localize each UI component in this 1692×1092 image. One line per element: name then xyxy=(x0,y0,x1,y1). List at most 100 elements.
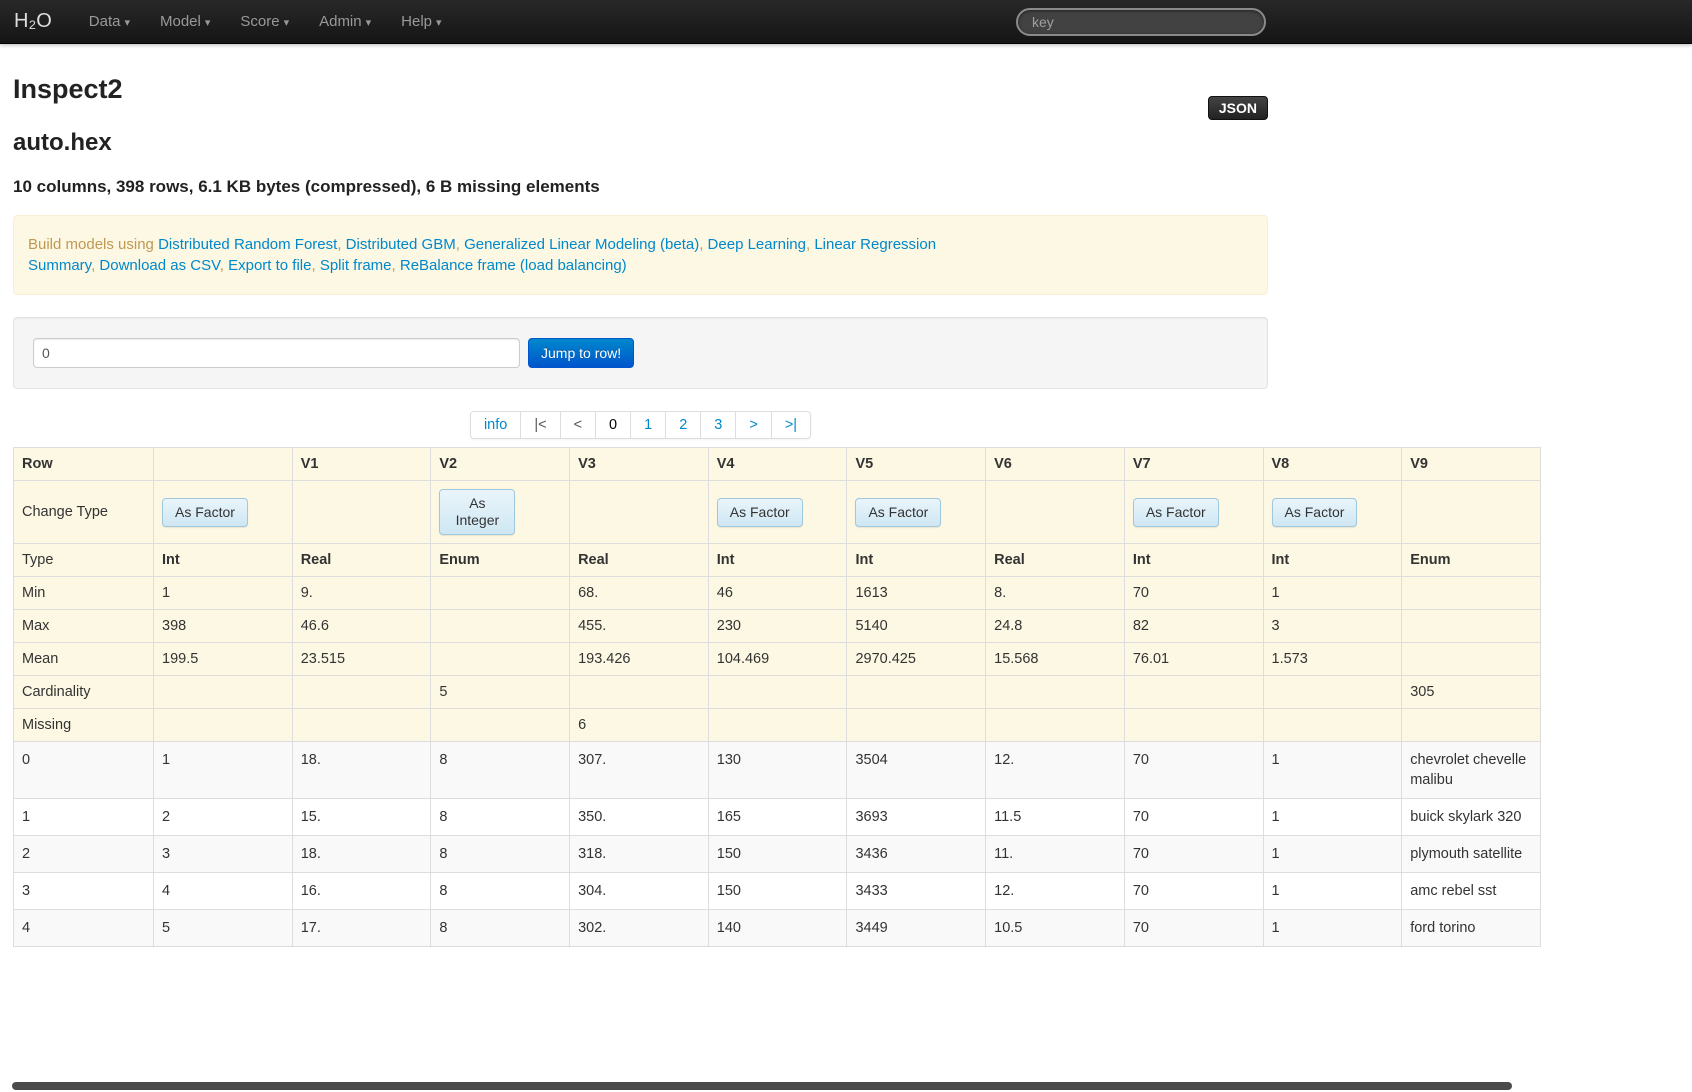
stat-cell: 24.8 xyxy=(985,609,1125,643)
change-type-button[interactable]: As Factor xyxy=(1132,497,1219,527)
change-type-cell: As Factor xyxy=(846,480,987,544)
stat-cell xyxy=(1401,642,1541,676)
column-header: V4 xyxy=(707,447,848,481)
column-header: V3 xyxy=(569,447,709,481)
pagination-button[interactable]: >| xyxy=(770,412,811,438)
data-cell: 165 xyxy=(707,798,848,836)
change-type-button[interactable]: As Factor xyxy=(716,497,803,527)
data-cell: 150 xyxy=(707,872,848,910)
pagination-button[interactable]: 2 xyxy=(665,412,701,438)
frame-table: Row V1 V2 V3 V4 V5 V6 V7 V8 V9 Change Ty… xyxy=(13,447,1541,947)
stat-cell: Int xyxy=(153,543,293,577)
pagination-button[interactable]: 3 xyxy=(700,412,736,438)
action-link[interactable]: Split frame xyxy=(320,257,400,274)
stat-cell: 82 xyxy=(1123,609,1264,643)
change-type-button[interactable]: As Factor xyxy=(1271,497,1358,527)
data-cell: 8 xyxy=(430,798,571,836)
stat-cell: Enum xyxy=(1401,543,1541,577)
stat-cell: 9. xyxy=(291,576,432,610)
row-index: 1 xyxy=(13,798,154,836)
pagination-button[interactable]: 0 xyxy=(595,412,631,438)
action-link[interactable]: Deep Learning xyxy=(708,236,815,253)
data-cell: 302. xyxy=(569,909,709,947)
nav-item-model[interactable]: Model ▾ xyxy=(145,0,225,44)
stat-row-label: Type xyxy=(13,543,154,577)
stat-row-label: Max xyxy=(13,609,154,643)
data-cell: 304. xyxy=(569,872,709,910)
nav-item-label: Model xyxy=(159,12,201,30)
stat-cell: 46.6 xyxy=(291,609,432,643)
jump-to-row-panel: Jump to row! xyxy=(13,317,1268,389)
stat-cell: 1 xyxy=(153,576,293,610)
table-row: 3 4 16. 8 304. 150 3433 12. 70 1 amc reb… xyxy=(13,872,1541,910)
nav-item-score[interactable]: Score ▾ xyxy=(225,0,304,44)
stat-cell xyxy=(1401,609,1541,643)
data-cell: 140 xyxy=(707,909,848,947)
stat-row: Missing 6 xyxy=(13,708,1541,742)
h2o-logo[interactable]: H₂O xyxy=(0,10,74,33)
action-link[interactable]: Summary xyxy=(28,257,99,274)
data-cell: 18. xyxy=(291,741,432,799)
pagination-button[interactable]: > xyxy=(735,412,771,438)
stat-cell: Real xyxy=(291,543,432,577)
nav-item-help[interactable]: Help ▾ xyxy=(386,0,456,44)
stat-row: Min 1 9. 68. 46 1613 8. 70 1 xyxy=(13,576,1541,610)
stat-cell xyxy=(430,708,571,742)
nav-item-data[interactable]: Data ▾ xyxy=(74,0,145,44)
caret-down-icon: ▾ xyxy=(283,16,290,29)
change-type-cell: As Factor xyxy=(1262,480,1403,544)
data-cell: 12. xyxy=(985,741,1125,799)
stat-cell: 193.426 xyxy=(569,642,709,676)
data-cell: 150 xyxy=(707,835,848,873)
stat-cell: 2970.425 xyxy=(846,642,987,676)
change-type-button[interactable]: As Factor xyxy=(162,497,248,527)
data-cell: 70 xyxy=(1123,835,1264,873)
pagination-button[interactable]: info xyxy=(470,412,521,438)
data-cell: 350. xyxy=(569,798,709,836)
action-link[interactable]: ReBalance frame (load balancing) xyxy=(400,257,627,274)
navbar-search-input[interactable] xyxy=(1016,8,1266,36)
stat-cell: 76.01 xyxy=(1123,642,1264,676)
model-links: Distributed Random Forest Distributed GB… xyxy=(158,236,936,253)
data-cell: 1 xyxy=(1262,835,1403,873)
action-link[interactable]: Distributed Random Forest xyxy=(158,236,346,253)
data-cell: 1 xyxy=(1262,909,1403,947)
jump-row-input[interactable] xyxy=(33,338,520,368)
action-link[interactable]: Generalized Linear Modeling (beta) xyxy=(464,236,707,253)
column-header xyxy=(153,447,293,481)
pagination-button[interactable]: 1 xyxy=(630,412,666,438)
data-cell: 3693 xyxy=(846,798,987,836)
change-type-button[interactable]: As Factor xyxy=(855,497,942,527)
change-type-label: Change Type xyxy=(13,480,154,544)
row-index: 3 xyxy=(13,872,154,910)
stat-cell: 398 xyxy=(153,609,293,643)
data-cell: 10.5 xyxy=(985,909,1125,947)
stat-cell xyxy=(569,675,709,709)
caret-down-icon: ▾ xyxy=(365,16,372,29)
stat-cell: Int xyxy=(846,543,987,577)
action-link[interactable]: Distributed GBM xyxy=(346,236,464,253)
data-cell: 70 xyxy=(1123,741,1264,799)
nav-item-admin[interactable]: Admin ▾ xyxy=(304,0,386,44)
caret-down-icon: ▾ xyxy=(204,16,211,29)
data-cell: 11.5 xyxy=(985,798,1125,836)
json-button[interactable]: JSON xyxy=(1207,96,1268,120)
data-cell: 4 xyxy=(153,872,293,910)
jump-to-row-button[interactable]: Jump to row! xyxy=(528,338,635,368)
action-link[interactable]: Export to file xyxy=(228,257,320,274)
pagination-button[interactable]: < xyxy=(559,412,596,438)
data-cell: 8 xyxy=(430,872,571,910)
stat-cell xyxy=(153,708,293,742)
data-cell: 3433 xyxy=(846,872,987,910)
change-type-button[interactable]: As Integer xyxy=(439,489,516,535)
stat-cell: 6 xyxy=(569,708,709,742)
horizontal-scrollbar[interactable] xyxy=(12,1082,1512,1090)
action-link[interactable]: Linear Regression xyxy=(814,236,936,253)
action-link[interactable]: Download as CSV xyxy=(99,257,228,274)
stat-cell: 455. xyxy=(569,609,709,643)
pagination-button[interactable]: |< xyxy=(520,412,560,438)
data-cell: 11. xyxy=(985,835,1125,873)
stat-cell: 8. xyxy=(985,576,1125,610)
data-cell: 3 xyxy=(153,835,293,873)
frame-name: auto.hex xyxy=(13,129,112,156)
